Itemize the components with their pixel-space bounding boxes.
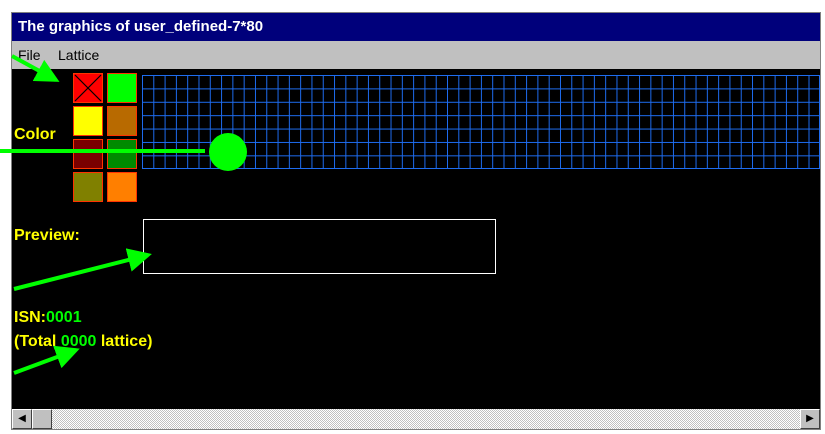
menu-bar: File Lattice <box>12 43 820 67</box>
color-swatch-dark-red[interactable] <box>73 139 103 169</box>
total-value: 0000 <box>60 333 97 350</box>
menu-file[interactable]: File <box>16 43 43 67</box>
color-swatch-orange[interactable] <box>107 172 137 202</box>
isn-readout: ISN:0001 <box>14 309 82 327</box>
color-swatch-olive[interactable] <box>73 172 103 202</box>
arrow-left-icon: ◀ <box>18 413 26 424</box>
scroll-left-button[interactable]: ◀ <box>12 409 32 429</box>
annotation-dot-lattice <box>209 133 247 171</box>
isn-value: 0001 <box>46 309 82 326</box>
arrow-right-icon: ▶ <box>806 413 814 424</box>
color-swatch-red-eraser[interactable] <box>73 73 103 103</box>
scroll-right-button[interactable]: ▶ <box>800 409 820 429</box>
horizontal-scrollbar[interactable]: ◀ ▶ <box>12 409 820 429</box>
figure: The graphics of user_defined-7*80 File L… <box>0 0 825 434</box>
isn-label: ISN: <box>14 309 46 326</box>
graphics-window: The graphics of user_defined-7*80 File L… <box>11 12 821 430</box>
scroll-thumb[interactable] <box>32 409 52 429</box>
menu-lattice[interactable]: Lattice <box>56 43 101 67</box>
preview-label: Preview: <box>14 227 80 244</box>
preview-box <box>143 219 496 274</box>
color-label: Color <box>14 126 56 143</box>
cross-icon <box>74 74 102 102</box>
total-suffix: lattice) <box>96 333 153 350</box>
total-readout: (Total 0000 lattice) <box>14 333 152 351</box>
total-prefix: (Total <box>14 333 61 350</box>
window-title: The graphics of user_defined-7*80 <box>12 13 820 41</box>
color-swatch-dark-green[interactable] <box>107 139 137 169</box>
color-swatch-green[interactable] <box>107 73 137 103</box>
drawing-canvas: Color Preview: ISN:0001 (Total 0000 latt… <box>12 69 820 409</box>
color-swatch-brown[interactable] <box>107 106 137 136</box>
color-swatch-yellow[interactable] <box>73 106 103 136</box>
